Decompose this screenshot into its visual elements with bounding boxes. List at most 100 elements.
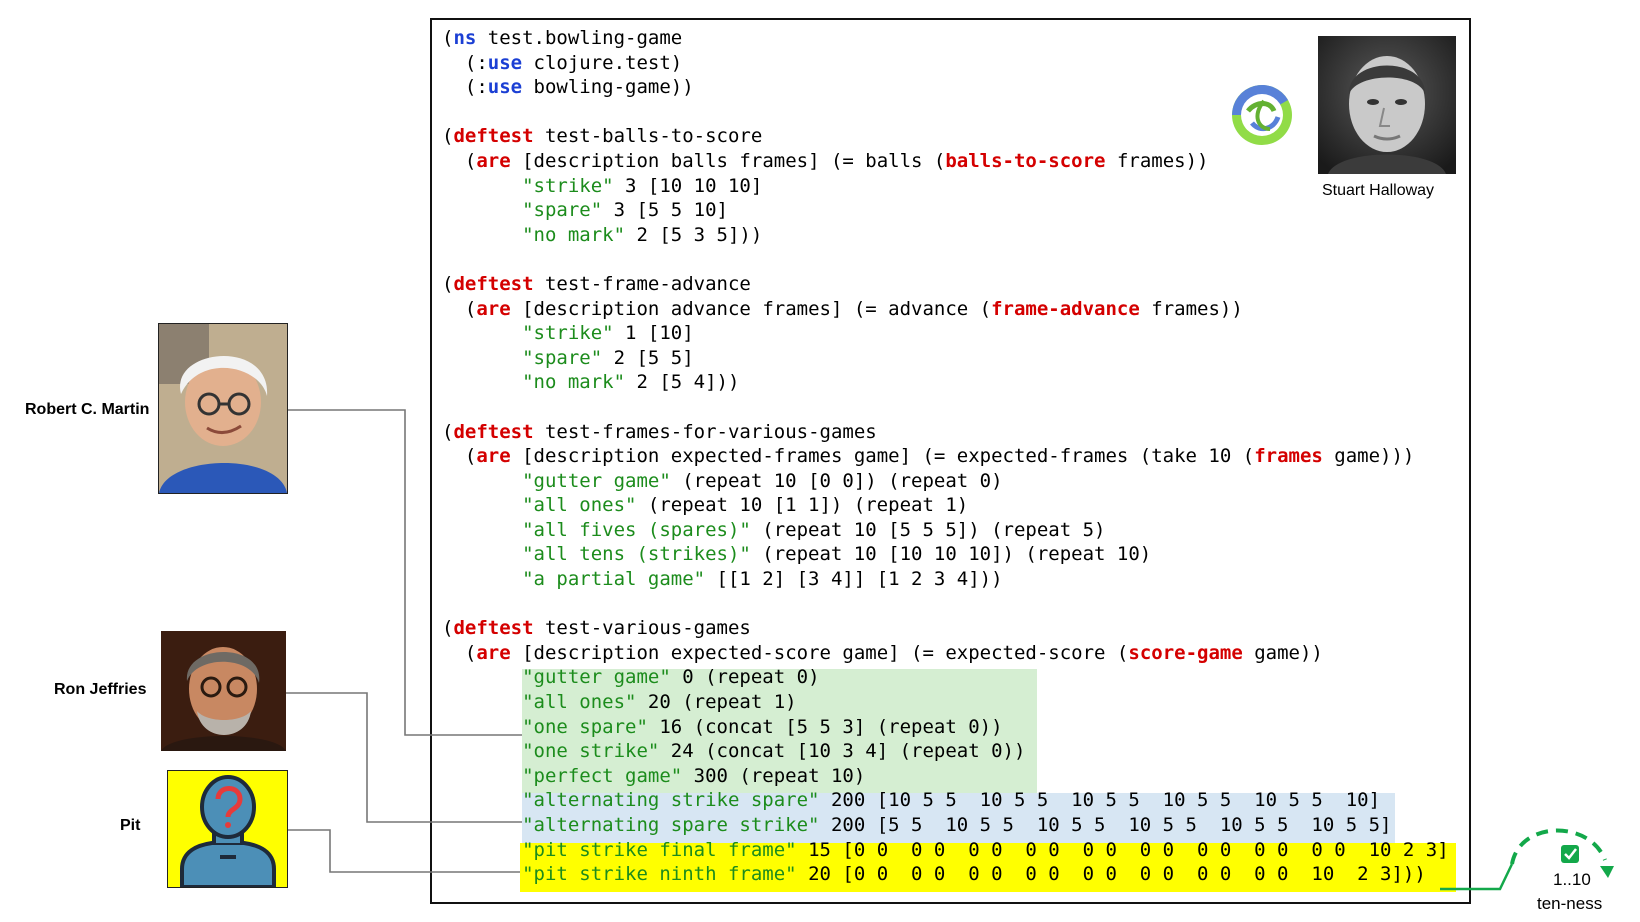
string-literal: "all tens (strikes)" <box>522 543 751 566</box>
code-text: 3 [10 10 10] <box>613 174 763 197</box>
code-line: (:use bowling-game)) <box>442 75 1449 100</box>
ron-jeffries-label: Ron Jeffries <box>54 681 147 698</box>
code-text: 3 [5 5 10] <box>602 199 728 222</box>
code-line: "strike" 3 [10 10 10] <box>442 174 1449 199</box>
string-literal: "alternating strike spare" <box>522 789 820 812</box>
code-text: ( <box>442 27 454 49</box>
code-text: ( <box>442 641 477 664</box>
code-text: game))) <box>1322 445 1415 468</box>
code-text: game)) <box>1242 641 1323 664</box>
code-text: 2 [5 5] <box>602 346 694 369</box>
code-text: ( <box>442 272 454 295</box>
check-icon <box>1561 845 1579 863</box>
code-line: "alternating spare strike" 200 [5 5 10 5… <box>442 813 1449 838</box>
string-literal: "all fives (spares)" <box>522 518 751 541</box>
code-text: (repeat 10 [5 5 5]) (repeat 5) <box>750 518 1106 541</box>
code-text: ( <box>442 617 454 640</box>
robert-martin-label: Robert C. Martin <box>25 401 150 418</box>
code-line: "no mark" 2 [5 4])) <box>442 370 1449 395</box>
keyword: frame-advance <box>991 297 1140 320</box>
code-line: "all ones" (repeat 10 [1 1]) (repeat 1) <box>442 493 1449 518</box>
keyword: deftest <box>453 617 534 640</box>
string-literal: "gutter game" <box>522 666 671 689</box>
string-literal: "a partial game" <box>522 568 706 591</box>
code-line: (deftest test-frame-advance <box>442 272 1449 297</box>
code-text: (repeat 10 [10 10 10]) (repeat 10) <box>750 543 1152 566</box>
code-line: "a partial game" [[1 2] [3 4]] [1 2 3 4]… <box>442 567 1449 592</box>
code-line: (are [description expected-frames game] … <box>442 444 1449 469</box>
code-text: [description expected-frames game] (= ex… <box>510 445 1255 468</box>
string-literal: "pit strike final frame" <box>522 838 797 861</box>
code-text: 20 [0 0 0 0 0 0 0 0 0 0 0 0 0 0 0 0 10 2… <box>796 863 1426 886</box>
string-literal: "strike" <box>522 174 614 197</box>
code-line: "one strike" 24 (concat [10 3 4] (repeat… <box>442 739 1449 764</box>
keyword: balls-to-score <box>945 149 1106 172</box>
code-line: (ns test.bowling-game <box>442 26 1449 51</box>
stuart-halloway-portrait <box>1318 36 1456 174</box>
annotation-caption: ten-ness <box>1537 894 1603 913</box>
portrait-image <box>1318 36 1456 174</box>
pit-portrait <box>167 770 288 888</box>
code-line: (deftest test-frames-for-various-games <box>442 420 1449 445</box>
code-text: 200 [10 5 5 10 5 5 10 5 5 10 5 5 10 5 5 … <box>819 789 1381 812</box>
code-text: frames)) <box>1105 149 1209 172</box>
code-text: test-various-games <box>533 617 751 640</box>
pit-label: Pit <box>120 817 141 834</box>
code-line: "all fives (spares)" (repeat 10 [5 5 5])… <box>442 518 1449 543</box>
code-text: 2 [5 4])) <box>625 371 740 394</box>
code-line: "alternating strike spare" 200 [10 5 5 1… <box>442 788 1449 813</box>
code-line: (are [description advance frames] (= adv… <box>442 297 1449 322</box>
code-line: (deftest test-various-games <box>442 616 1449 641</box>
code-text: [description advance frames] (= advance … <box>510 297 992 320</box>
keyword: ns <box>453 27 477 49</box>
keyword: use <box>487 51 523 74</box>
keyword: are <box>476 149 511 172</box>
code-line: "all ones" 20 (repeat 1) <box>442 690 1449 715</box>
string-literal: "spare" <box>522 199 603 222</box>
portrait-image <box>161 631 286 751</box>
code-line: (:use clojure.test) <box>442 51 1449 76</box>
code-line: "perfect game" 300 (repeat 10) <box>442 764 1449 789</box>
code-text: 300 (repeat 10) <box>682 764 866 787</box>
code-line: (deftest test-balls-to-score <box>442 124 1449 149</box>
code-line: (are [description expected-score game] (… <box>442 641 1449 666</box>
code-text: ( <box>442 297 477 320</box>
code-line: "pit strike ninth frame" 20 [0 0 0 0 0 0… <box>442 862 1449 887</box>
code-text: 200 [5 5 10 5 5 10 5 5 10 5 5 10 5 5 10 … <box>819 814 1392 836</box>
code-text: 24 (concat [10 3 4] (repeat 0)) <box>659 740 1026 763</box>
code-line: "no mark" 2 [5 3 5])) <box>442 223 1449 248</box>
code-text: ( <box>442 149 477 172</box>
keyword: are <box>476 445 511 468</box>
code-text: test-balls-to-score <box>533 125 763 148</box>
string-literal: "alternating spare strike" <box>522 814 820 836</box>
keyword: are <box>476 641 511 664</box>
code-text: [description expected-score game] (= exp… <box>510 641 1129 664</box>
code-line: "gutter game" (repeat 10 [0 0]) (repeat … <box>442 469 1449 494</box>
code-text: clojure.test) <box>522 51 683 74</box>
string-literal: "perfect game" <box>522 764 683 787</box>
robert-martin-portrait <box>158 323 288 494</box>
code-text: 2 [5 3 5])) <box>625 223 763 246</box>
code-line: "strike" 1 [10] <box>442 321 1449 346</box>
code-text: test.bowling-game <box>476 27 683 49</box>
code-line: "one spare" 16 (concat [5 5 3] (repeat 0… <box>442 715 1449 740</box>
string-literal: "all ones" <box>522 494 637 517</box>
keyword: deftest <box>453 420 534 443</box>
clojure-code: (ns test.bowling-game (:use clojure.test… <box>442 26 1449 887</box>
keyword: deftest <box>453 125 534 148</box>
keyword: score-game <box>1128 641 1243 664</box>
portrait-image <box>159 324 287 493</box>
